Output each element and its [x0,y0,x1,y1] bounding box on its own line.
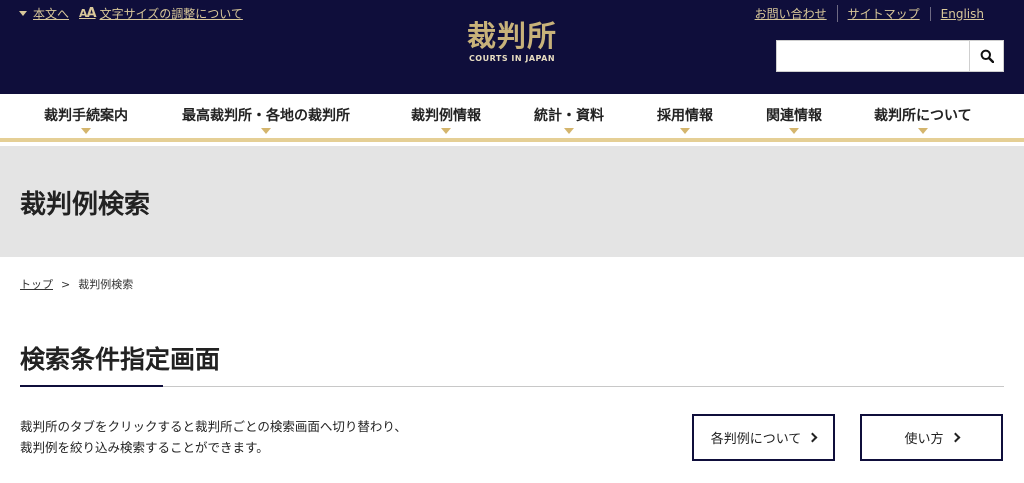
skip-to-content-link[interactable]: 本文へ [19,5,69,22]
site-search [776,40,1004,72]
caret-down-icon [917,128,928,134]
page-title: 裁判例検索 [20,190,151,220]
site-logo[interactable]: 裁判所 COURTS IN JAPAN [458,18,566,63]
breadcrumb-home-link[interactable]: トップ [20,276,53,292]
caret-down-icon [680,128,690,134]
nav-item-about-courts[interactable]: 裁判所について [874,105,972,134]
sitemap-link[interactable]: サイトマップ [836,5,930,22]
caret-down-icon [564,128,574,134]
caret-down-icon [789,128,799,134]
section-divider-accent [20,385,163,387]
skip-to-content-label: 本文へ [33,7,70,21]
nav-item-label: 裁判所について [874,108,972,124]
logo-main-text: 裁判所 [466,19,557,53]
chevron-right-icon [950,432,960,443]
section-description: 裁判所のタブをクリックすると裁判所ごとの検索画面へ切り替わり、 裁判例を絞り込み… [20,416,407,458]
chevron-right-icon [807,432,818,443]
nav-item-label: 採用情報 [657,108,713,124]
contact-link[interactable]: お問い合わせ [745,5,837,22]
search-icon [980,49,994,63]
about-case-law-button[interactable]: 各判例について [692,414,835,461]
site-header: 本文へ AA 文字サイズの調整について 裁判所 COURTS IN JAPAN … [0,0,1024,94]
triangle-down-icon [19,11,27,16]
nav-item-label: 最高裁判所・各地の裁判所 [182,108,350,124]
global-nav: 裁判手続案内 最高裁判所・各地の裁判所 裁判例情報 統計・資料 採用情報 関連情… [0,94,1024,142]
nav-item-related-info[interactable]: 関連情報 [766,105,822,134]
caret-down-icon [261,128,271,134]
nav-item-statistics[interactable]: 統計・資料 [534,105,604,134]
text-size-label: 文字サイズの調整について [99,7,243,21]
nav-item-courts[interactable]: 最高裁判所・各地の裁判所 [182,105,350,134]
logo-sub-text: COURTS IN JAPAN [468,54,556,63]
breadcrumb-current: 裁判例検索 [78,278,134,291]
nav-item-case-law[interactable]: 裁判例情報 [411,105,481,134]
description-line-1: 裁判所のタブをクリックすると裁判所ごとの検索画面へ切り替わり、 [20,419,407,434]
nav-item-recruitment[interactable]: 採用情報 [657,105,713,134]
nav-item-label: 裁判手続案内 [44,108,128,124]
text-size-icon: AA [79,6,97,21]
search-button[interactable] [969,41,1003,71]
description-line-2: 裁判例を絞り込み検索することができます。 [20,440,269,455]
nav-item-label: 裁判例情報 [411,108,481,124]
utility-links-right: お問い合わせ サイトマップ English [745,5,994,22]
about-case-law-label: 各判例について [710,432,802,447]
text-size-link[interactable]: AA 文字サイズの調整について [79,5,243,22]
caret-down-icon [441,128,451,134]
nav-item-label: 関連情報 [766,108,822,124]
english-link[interactable]: English [929,6,994,21]
breadcrumb: トップ > 裁判例検索 [20,276,133,292]
section-title: 検索条件指定画面 [20,345,221,374]
search-input[interactable] [777,41,969,71]
breadcrumb-separator: > [61,277,71,291]
section-divider [20,386,1004,387]
nav-item-court-procedures[interactable]: 裁判手続案内 [44,105,128,134]
utility-links-left: 本文へ AA 文字サイズの調整について [19,5,243,22]
caret-down-icon [81,128,91,134]
page-title-band: 裁判例検索 [0,146,1024,257]
nav-item-label: 統計・資料 [534,108,604,124]
how-to-use-button[interactable]: 使い方 [860,414,1003,461]
how-to-use-label: 使い方 [904,432,944,447]
